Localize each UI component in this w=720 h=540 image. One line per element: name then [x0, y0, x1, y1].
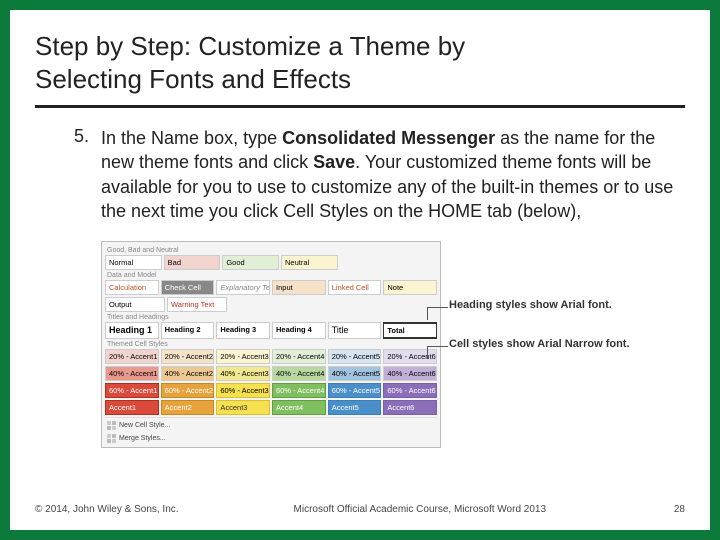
style-cell: Bad	[164, 255, 221, 270]
style-cell: 40% - Accent3	[216, 366, 270, 381]
style-cell: 60% - Accent1	[105, 383, 159, 398]
footer-course: Microsoft Official Academic Course, Micr…	[179, 504, 661, 515]
footer-page-number: 28	[661, 504, 685, 515]
style-cell: 20% - Accent4	[272, 349, 326, 364]
style-cell: Input	[272, 280, 326, 295]
style-cell: Calculation	[105, 280, 159, 295]
step-number: 5.	[65, 126, 89, 496]
style-cell: 60% - Accent2	[161, 383, 215, 398]
step-text: In the Name box, type Consolidated Messe…	[101, 126, 685, 223]
style-cell: Note	[383, 280, 437, 295]
style-cell: 40% - Accent4	[272, 366, 326, 381]
style-cell: Accent6	[383, 400, 437, 415]
style-cell: Warning Text	[167, 297, 227, 312]
section-label: Themed Cell Styles	[107, 341, 437, 348]
style-cell: Heading 3	[216, 322, 270, 339]
style-cell: Accent5	[328, 400, 382, 415]
style-cell: Heading 1	[105, 322, 159, 339]
style-cell: Good	[222, 255, 279, 270]
section-label: Titles and Headings	[107, 314, 437, 321]
style-cell: 40% - Accent6	[383, 366, 437, 381]
style-cell: Accent1	[105, 400, 159, 415]
new-cell-style-menu: New Cell Style...	[105, 420, 172, 431]
style-cell: Explanatory Text	[216, 280, 270, 295]
style-cell: Title	[328, 322, 382, 339]
style-cell: Output	[105, 297, 165, 312]
style-cell: Accent4	[272, 400, 326, 415]
style-cell: Linked Cell	[328, 280, 382, 295]
style-cell: Neutral	[281, 255, 338, 270]
callout-heading-styles: Heading styles show Arial font.	[449, 299, 630, 312]
slide-title: Step by Step: Customize a Theme by Selec…	[35, 30, 685, 108]
callouts: Heading styles show Arial font. Cell sty…	[449, 299, 630, 351]
merge-styles-menu: Merge Styles...	[105, 433, 168, 444]
body: 5. In the Name box, type Consolidated Me…	[35, 126, 685, 496]
style-cell: Accent3	[216, 400, 270, 415]
footer: © 2014, John Wiley & Sons, Inc. Microsof…	[35, 504, 685, 515]
gallery-wrap: Good, Bad and Neutral Normal Bad Good Ne…	[101, 241, 685, 448]
style-cell: 20% - Accent1	[105, 349, 159, 364]
callout-cell-styles: Cell styles show Arial Narrow font.	[449, 338, 630, 351]
style-cell: Normal	[105, 255, 162, 270]
style-cell: 60% - Accent5	[328, 383, 382, 398]
slide: Step by Step: Customize a Theme by Selec…	[10, 10, 710, 530]
style-cell: 20% - Accent2	[161, 349, 215, 364]
style-cell: 40% - Accent5	[328, 366, 382, 381]
style-cell: 40% - Accent2	[161, 366, 215, 381]
title-line-2: Selecting Fonts and Effects	[35, 64, 351, 94]
style-cell: Total	[383, 322, 437, 339]
style-cell: Heading 2	[161, 322, 215, 339]
style-cell: 20% - Accent3	[216, 349, 270, 364]
cell-styles-gallery: Good, Bad and Neutral Normal Bad Good Ne…	[101, 241, 441, 448]
style-cell: Accent2	[161, 400, 215, 415]
style-cell: Check Cell	[161, 280, 215, 295]
section-label: Data and Model	[107, 272, 437, 279]
style-cell: 20% - Accent5	[328, 349, 382, 364]
title-line-1: Step by Step: Customize a Theme by	[35, 31, 465, 61]
grid-icon	[107, 434, 116, 443]
style-cell: 60% - Accent6	[383, 383, 437, 398]
style-cell: 40% - Accent1	[105, 366, 159, 381]
style-cell: Heading 4	[272, 322, 326, 339]
section-label: Good, Bad and Neutral	[107, 247, 437, 254]
style-cell: 60% - Accent4	[272, 383, 326, 398]
grid-icon	[107, 421, 116, 430]
style-cell: 60% - Accent3	[216, 383, 270, 398]
footer-copyright: © 2014, John Wiley & Sons, Inc.	[35, 504, 179, 515]
